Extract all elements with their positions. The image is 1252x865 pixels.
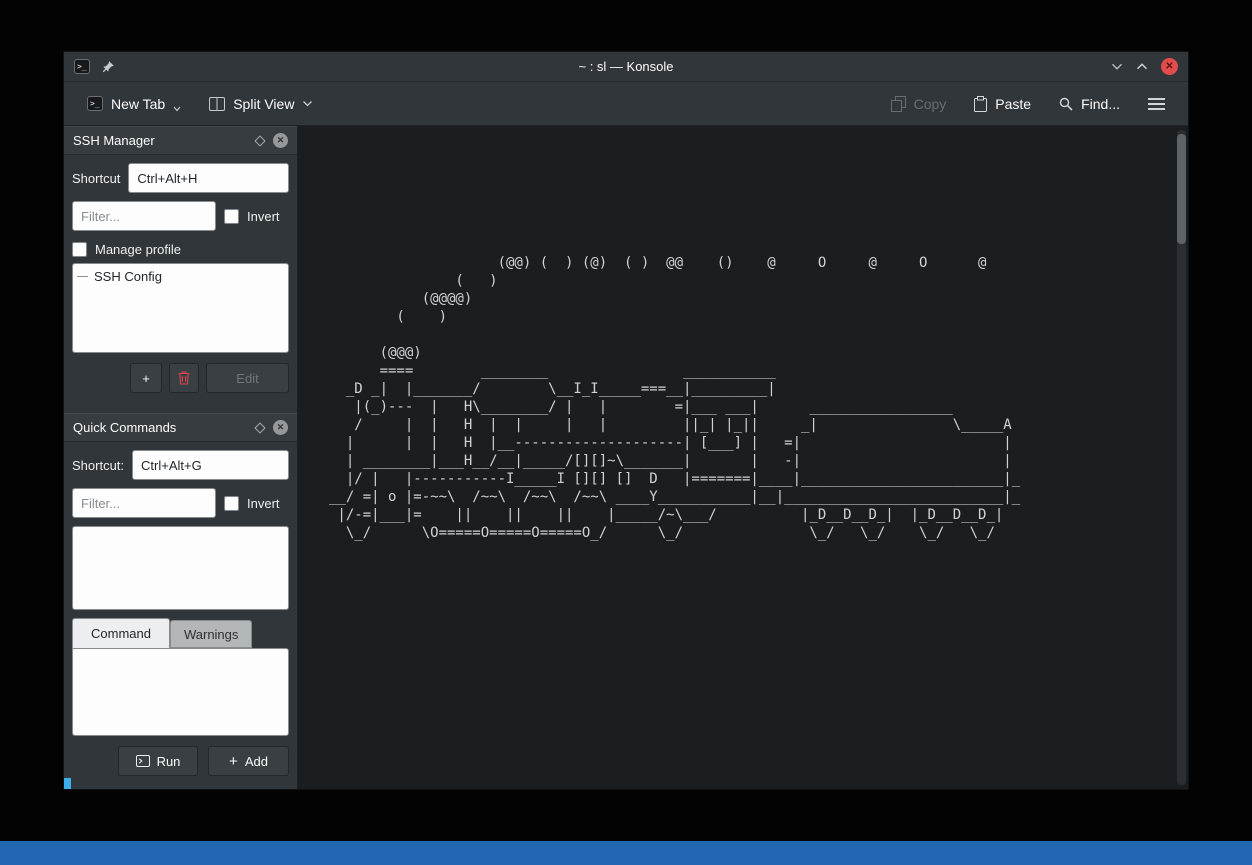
paste-button[interactable]: Paste: [967, 88, 1038, 120]
titlebar-left: [74, 59, 115, 74]
quick-commands-panel: Quick Commands Shortcut: Invert: [64, 413, 297, 784]
run-icon: [136, 755, 150, 767]
tree-branch-icon: [77, 276, 88, 277]
tab-command[interactable]: Command: [72, 618, 170, 648]
ssh-manager-panel: SSH Manager Shortcut Invert: [64, 126, 297, 401]
copy-label: Copy: [914, 96, 947, 112]
ssh-filter-input[interactable]: [72, 201, 216, 231]
maximize-button[interactable]: [1136, 62, 1148, 71]
list-item-ssh-config[interactable]: SSH Config: [73, 264, 288, 289]
scrollbar-thumb[interactable]: [1177, 134, 1186, 244]
qc-tab-bar: Command Warnings: [72, 618, 289, 648]
tab-warnings[interactable]: Warnings: [170, 620, 252, 648]
qc-shortcut-label: Shortcut:: [72, 458, 124, 473]
close-button[interactable]: [1161, 58, 1178, 75]
konsole-window: ~ : sl — Konsole: [64, 52, 1188, 789]
find-label: Find...: [1081, 96, 1120, 112]
plus-icon: [229, 754, 238, 769]
quick-commands-close-button[interactable]: [273, 420, 288, 435]
manage-profile-checkbox[interactable]: [72, 242, 87, 257]
new-tab-dropdown-icon: [173, 106, 181, 112]
list-item-label: SSH Config: [94, 269, 162, 284]
quick-commands-list[interactable]: [72, 526, 289, 610]
find-button[interactable]: Find...: [1052, 88, 1127, 120]
new-tab-icon: [87, 96, 103, 111]
new-tab-label: New Tab: [111, 96, 165, 112]
ssh-shortcut-label: Shortcut: [72, 171, 120, 186]
float-panel-icon[interactable]: [254, 422, 265, 433]
trash-icon: [178, 371, 190, 385]
copy-icon: [891, 96, 906, 112]
toolbar: New Tab Split View Copy: [64, 82, 1188, 126]
split-view-button[interactable]: Split View: [202, 88, 320, 120]
split-view-label: Split View: [233, 96, 294, 112]
ssh-config-list[interactable]: SSH Config: [72, 263, 289, 353]
sidebar: SSH Manager Shortcut Invert: [64, 126, 298, 789]
minimize-button[interactable]: [1111, 62, 1123, 71]
ssh-manager-body: Shortcut Invert Manage profile: [64, 155, 297, 401]
terminal-area[interactable]: (@@) ( ) (@) ( ) @@ () @ O @ O @ ( ) (@@…: [298, 126, 1188, 789]
run-button[interactable]: Run: [118, 746, 198, 776]
manage-profile-label: Manage profile: [95, 242, 181, 257]
run-label: Run: [157, 754, 181, 769]
konsole-app-icon: [74, 59, 90, 74]
ssh-shortcut-input[interactable]: [128, 163, 289, 193]
qc-filter-input[interactable]: [72, 488, 216, 518]
search-icon: [1059, 97, 1073, 111]
command-editor[interactable]: [72, 648, 289, 736]
qc-add-button[interactable]: Add: [208, 746, 289, 776]
desktop-background: ~ : sl — Konsole: [0, 0, 1252, 865]
window-title: ~ : sl — Konsole: [64, 59, 1188, 74]
qc-shortcut-input[interactable]: [132, 450, 289, 480]
qc-invert-label: Invert: [247, 496, 280, 511]
ssh-manager-title: SSH Manager: [73, 133, 247, 148]
ssh-edit-button: Edit: [206, 363, 289, 393]
paste-icon: [974, 96, 987, 112]
paste-label: Paste: [995, 96, 1031, 112]
split-view-icon: [209, 97, 225, 111]
scrollbar[interactable]: [1177, 130, 1186, 785]
menu-button[interactable]: [1141, 88, 1172, 120]
ssh-invert-label: Invert: [247, 209, 280, 224]
add-icon: +: [142, 371, 150, 386]
quick-commands-title: Quick Commands: [73, 420, 247, 435]
main-area: SSH Manager Shortcut Invert: [64, 126, 1188, 789]
split-view-dropdown-icon: [302, 100, 313, 107]
quick-commands-header[interactable]: Quick Commands: [64, 413, 297, 442]
qc-invert-checkbox[interactable]: [224, 496, 239, 511]
new-tab-button[interactable]: New Tab: [80, 88, 188, 120]
focus-indicator: [64, 778, 71, 789]
ssh-invert-checkbox[interactable]: [224, 209, 239, 224]
ssh-add-button[interactable]: +: [130, 363, 162, 393]
titlebar[interactable]: ~ : sl — Konsole: [64, 52, 1188, 82]
terminal-output: (@@) ( ) (@) ( ) @@ () @ O @ O @ ( ) (@@…: [329, 254, 1029, 542]
qc-add-label: Add: [245, 754, 268, 769]
hamburger-icon: [1148, 98, 1165, 110]
ssh-delete-button[interactable]: [169, 363, 199, 393]
pin-icon[interactable]: [102, 60, 115, 73]
taskbar-strip: [0, 841, 1252, 865]
copy-button: Copy: [884, 88, 954, 120]
edit-label: Edit: [236, 371, 258, 386]
window-controls: [1111, 58, 1178, 75]
ssh-manager-close-button[interactable]: [273, 133, 288, 148]
float-panel-icon[interactable]: [254, 135, 265, 146]
ssh-manager-header[interactable]: SSH Manager: [64, 126, 297, 155]
quick-commands-body: Shortcut: Invert Command Warnings: [64, 442, 297, 784]
